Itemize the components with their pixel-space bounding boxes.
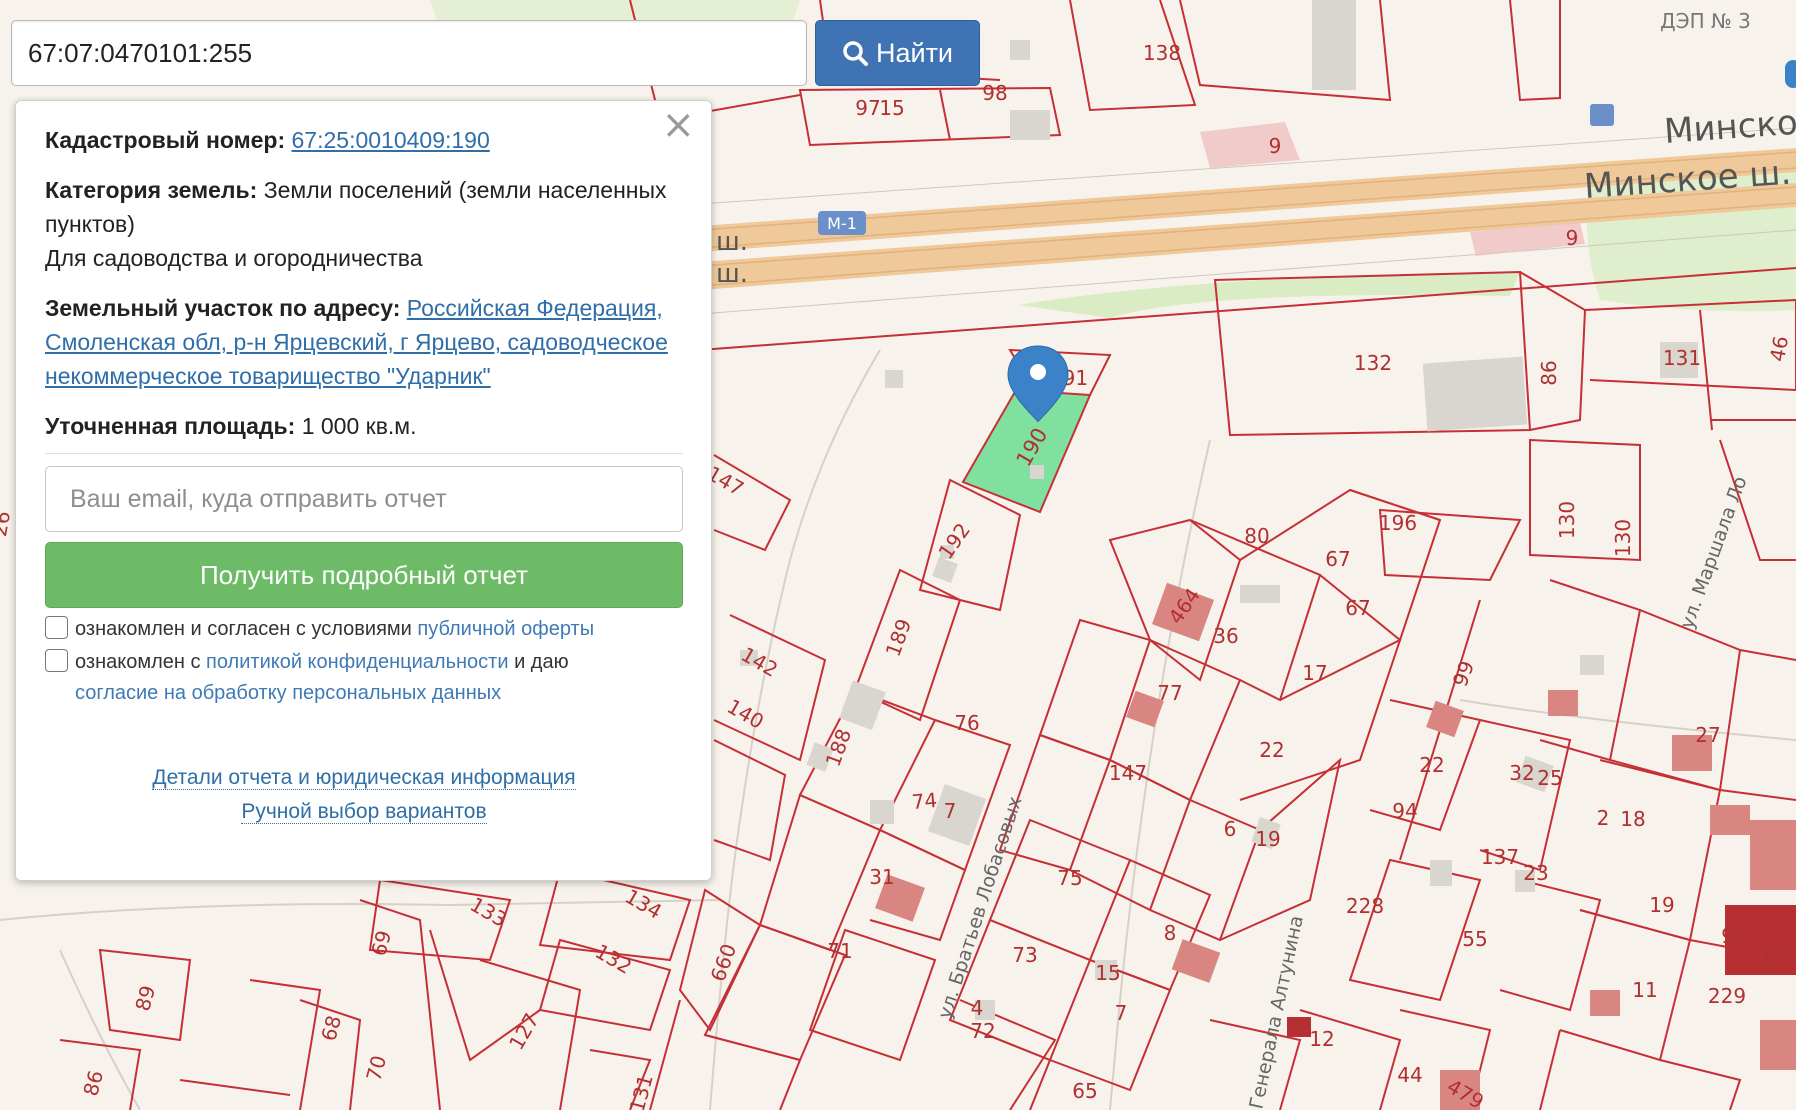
parcel-number: 130 [1611, 519, 1635, 557]
footer-links: Детали отчета и юридическая информация Р… [45, 761, 683, 829]
land-use-value: Для садоводства и огородничества [45, 245, 423, 271]
parcel-number: 31 [869, 865, 894, 889]
manual-selection-link[interactable]: Ручной выбор вариантов [241, 800, 487, 824]
road-sign-icon [1590, 104, 1614, 126]
parcel-number: 132 [1354, 351, 1392, 375]
parcel-number: 131 [1663, 346, 1701, 370]
parcel-number: 72 [970, 1019, 995, 1043]
parcel-number: 94 [1392, 799, 1417, 823]
public-offer-link[interactable]: публичной оферты [417, 618, 594, 640]
dark-red-building [1287, 1017, 1311, 1037]
parcel-number: 9 [1269, 134, 1282, 158]
parcel-number: 25 [1537, 766, 1562, 790]
parcel-number: 6 [1224, 817, 1237, 841]
personal-data-consent-link[interactable]: согласие на обработку персональных данны… [75, 682, 501, 704]
parcel-number: 67 [1325, 547, 1350, 571]
parcel-number: 27 [1695, 723, 1720, 747]
parcel-number: 18 [1620, 807, 1645, 831]
parcel-number: 73 [1012, 943, 1037, 967]
parcel-number: 9 [1566, 226, 1579, 250]
map-control-icon[interactable] [1785, 60, 1796, 88]
close-icon[interactable]: × [661, 105, 695, 145]
parcel-number: 86 [1537, 360, 1561, 385]
parcel-info-panel: × Кадастровый номер: 67:25:0010409:190 К… [15, 100, 712, 881]
parcel-number: 97 [1721, 924, 1746, 948]
parcel-number: 65 [1072, 1079, 1097, 1103]
report-details-link[interactable]: Детали отчета и юридическая информация [152, 766, 576, 790]
search-input[interactable] [11, 20, 807, 86]
parcel-number: 71 [827, 939, 852, 963]
parcel-number: 7 [944, 799, 957, 823]
area-label: Уточненная площадь: [45, 413, 296, 439]
privacy-consent-row: ознакомлен с политикой конфиденциальност… [45, 647, 683, 709]
search-button[interactable]: Найти [815, 20, 980, 86]
cadastral-number-link[interactable]: 67:25:0010409:190 [292, 127, 490, 153]
offer-consent-text: ознакомлен и согласен с условиями публич… [75, 614, 594, 645]
parcel-number: 4 [971, 996, 984, 1020]
parcel-number: 19 [1255, 827, 1280, 851]
parcel-number: 74 [911, 788, 938, 814]
parcel-number: 22 [1259, 738, 1284, 762]
parcel-number: 8 [1164, 921, 1177, 945]
address-row: Земельный участок по адресу: Российская … [45, 291, 683, 393]
parcel-number: 67 [1345, 596, 1370, 620]
parcel-number: 2 [1597, 806, 1610, 830]
parcel-number: 15 [1095, 961, 1120, 985]
address-label: Земельный участок по адресу: [45, 295, 401, 321]
road-label: ш. [716, 227, 748, 257]
email-field[interactable] [45, 466, 683, 532]
parcel-number: 46 [1765, 334, 1793, 363]
parcel-number: 36 [1213, 624, 1238, 648]
land-category-row: Категория земель: Земли поселений (земли… [45, 173, 683, 275]
parcel-number: 55 [1462, 927, 1487, 951]
parcel-number: 44 [1397, 1063, 1422, 1087]
parcel-number: 75 [1057, 866, 1082, 890]
area-value: 1 000 кв.м. [301, 413, 417, 439]
parcel-number: 130 [1555, 501, 1579, 539]
cadastral-number-row: Кадастровый номер: 67:25:0010409:190 [45, 123, 683, 157]
get-report-button[interactable]: Получить подробный отчет [45, 542, 683, 608]
parcel-number: 11 [1632, 978, 1657, 1002]
parcel-number: 137 [1481, 845, 1519, 869]
privacy-consent-text: ознакомлен с политикой конфиденциальност… [75, 647, 569, 709]
parcel-number: 80 [1244, 524, 1269, 548]
parcel-number: 15 [879, 96, 904, 120]
cadastral-number-label: Кадастровый номер: [45, 127, 286, 153]
privacy-policy-link[interactable]: политикой конфиденциальности [206, 651, 508, 673]
parcel-number: 12 [1309, 1027, 1334, 1051]
parcel-number: 17 [1302, 661, 1327, 685]
parcel-number: 7 [1115, 1001, 1128, 1025]
parcel-number: 98 [982, 81, 1007, 105]
parcel-number: 138 [1143, 41, 1181, 65]
privacy-consent-middle: и даю [514, 651, 569, 673]
offer-checkbox[interactable] [45, 616, 68, 639]
parcel-number: 32 [1509, 761, 1534, 785]
privacy-checkbox[interactable] [45, 649, 68, 672]
area-row: Уточненная площадь: 1 000 кв.м. [45, 409, 683, 443]
parcel-number: 229 [1708, 984, 1746, 1008]
parcel-number: 147 [1109, 761, 1147, 785]
parcel-number: 97 [855, 96, 880, 120]
area-label: ДЭП № 3 [1660, 9, 1751, 33]
offer-consent-prefix: ознакомлен и согласен с условиями [75, 618, 412, 640]
divider [45, 453, 683, 454]
road-label: ш. [716, 259, 748, 289]
offer-consent-row: ознакомлен и согласен с условиями публич… [45, 614, 683, 645]
parcel-number: 22 [1419, 753, 1444, 777]
land-category-label: Категория земель: [45, 177, 258, 203]
search-icon [843, 41, 868, 66]
parcel-number: 228 [1346, 894, 1384, 918]
parcel-number: 23 [1523, 861, 1548, 885]
parcel-number: 77 [1157, 681, 1182, 705]
parcel-number: 19 [1649, 893, 1674, 917]
parcel-number: 76 [954, 711, 979, 735]
search-button-label: Найти [875, 37, 954, 68]
parcel-number: 196 [1379, 511, 1417, 535]
privacy-consent-prefix: ознакомлен с [75, 651, 201, 673]
highway-badge-label: М-1 [827, 214, 857, 233]
